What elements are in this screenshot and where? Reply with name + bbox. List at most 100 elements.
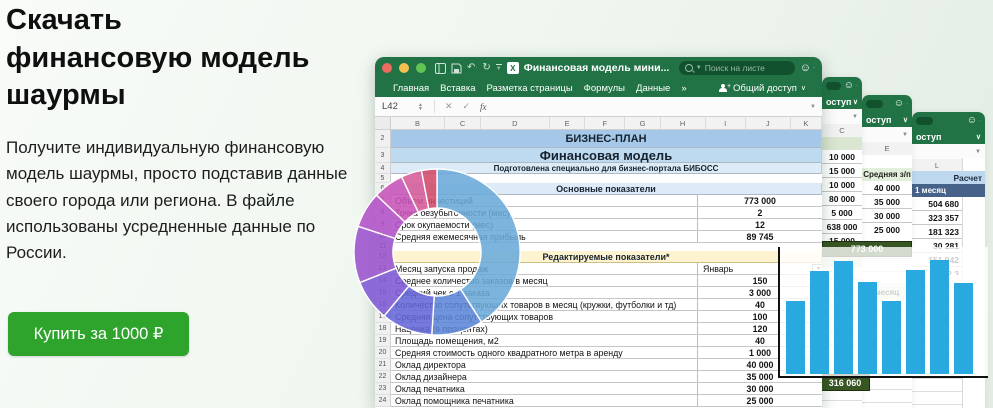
value-cell[interactable]: 181 323 (912, 225, 962, 239)
column-header[interactable]: J (746, 117, 791, 129)
value-cell[interactable]: 323 357 (912, 211, 962, 225)
ribbon-tab[interactable]: Вставка (440, 83, 475, 94)
feedback-smiley-icon[interactable]: ☺· (800, 62, 815, 74)
back1-menubar: оступ ∨ (822, 94, 862, 109)
share-button[interactable]: + Общий доступ ∨ (719, 83, 806, 94)
ribbon-collapse-icon[interactable]: ▼ (496, 64, 502, 72)
value-cell[interactable]: 12 (698, 219, 822, 231)
chevron-down-icon: ∨ (801, 84, 806, 92)
value-cell[interactable]: 25 000 (698, 395, 822, 407)
hero-section: Скачатьфинансовую модельшаурмы Получите … (6, 2, 358, 267)
value-cell[interactable]: 5 000 (822, 206, 862, 220)
dropdown-icon[interactable]: ▼ (852, 114, 858, 120)
sheet-row[interactable]: 20Средняя стоимость одного квадратного м… (375, 347, 822, 359)
name-box[interactable]: L42 (375, 101, 418, 112)
feedback-smiley-icon[interactable]: ☺· (844, 80, 858, 91)
view-switch-icon[interactable] (435, 63, 446, 74)
label-cell[interactable]: Оклад помощника печатника (391, 395, 698, 407)
label-cell[interactable]: Средняя стоимость одного квадратного мет… (391, 347, 698, 359)
row-header[interactable]: 23 (375, 383, 391, 395)
feedback-smiley-icon[interactable]: ☺· (967, 115, 981, 126)
column-header[interactable]: K (791, 117, 822, 129)
sheet-row[interactable]: 23Оклад печатника30 000 (375, 383, 822, 395)
insert-function-icon[interactable]: fx (480, 102, 487, 112)
back3-titlebar: ☺· (912, 112, 985, 129)
sheet-row[interactable]: 2БИЗНЕС-ПЛАН (375, 130, 822, 148)
sheet-row[interactable]: 3Финансовая модель (375, 148, 822, 163)
value-cell[interactable]: 15 000 (822, 164, 862, 178)
save-icon[interactable] (451, 63, 462, 74)
cancel-entry-icon[interactable]: ✕ (445, 101, 453, 112)
row-header[interactable]: 20 (375, 347, 391, 359)
donut-chart (351, 166, 523, 338)
column-header[interactable]: G (625, 117, 660, 129)
sheet-row[interactable]: 24Оклад помощника печатника25 000 (375, 395, 822, 407)
sheet-row[interactable]: 21Оклад директора40 000 (375, 359, 822, 371)
calc-header-cell[interactable]: Расчет (912, 171, 985, 184)
ribbon-tab[interactable]: » (681, 83, 686, 94)
column-header[interactable]: C (445, 117, 480, 129)
row-header[interactable]: 24 (375, 395, 391, 407)
buy-button[interactable]: Купить за 1000 ₽ (8, 312, 189, 356)
row-header[interactable]: 22 (375, 371, 391, 383)
value-cell[interactable]: 89 745 (698, 231, 822, 243)
dropdown-icon[interactable]: ▼ (902, 132, 908, 138)
feedback-smiley-icon[interactable]: ☺· (894, 98, 908, 109)
confirm-entry-icon[interactable]: ✓ (463, 101, 471, 112)
zoom-window-icon[interactable] (416, 63, 426, 73)
value-cell[interactable]: 30 000 (862, 209, 912, 223)
back2-values[interactable]: 40 00035 00030 00025 000 (862, 181, 912, 237)
search-pill-fragment (916, 117, 933, 125)
formula-bar: L42 ▲▼ ✕ ✓ fx ▼ (375, 97, 822, 117)
value-cell[interactable]: 30 000 (698, 383, 822, 395)
column-header[interactable]: B (391, 117, 446, 129)
undo-icon[interactable]: ↶· (467, 63, 477, 73)
select-all-corner[interactable] (375, 117, 391, 129)
redo-icon[interactable]: ↻ (482, 63, 490, 73)
column-header[interactable]: F (585, 117, 625, 129)
month-header-cell[interactable]: 1 месяц (912, 184, 985, 197)
back1-column-header[interactable]: C (822, 124, 862, 138)
close-window-icon[interactable] (382, 63, 392, 73)
merged-header-cell[interactable]: БИЗНЕС-ПЛАН (391, 130, 822, 148)
ribbon-tab[interactable]: Разметка страницы (486, 83, 572, 94)
row-header[interactable]: 3 (375, 148, 391, 163)
column-header[interactable]: E (550, 117, 585, 129)
landing-page: Скачатьфинансовую модельшаурмы Получите … (0, 0, 993, 408)
sheet-row[interactable]: 22Оклад дизайнера35 000 (375, 371, 822, 383)
value-cell[interactable]: 2 (698, 207, 822, 219)
merged-header-cell[interactable]: Финансовая модель (391, 148, 822, 163)
back1-values[interactable]: 10 00015 00010 00080 0005 000638 00015 0… (822, 150, 862, 248)
minimize-window-icon[interactable] (399, 63, 409, 73)
value-cell[interactable]: 35 000 (862, 195, 912, 209)
window-controls[interactable] (382, 63, 426, 73)
formula-dropdown-icon[interactable]: ▼ (810, 104, 816, 110)
value-cell[interactable]: 10 000 (822, 178, 862, 192)
sheet-search-input[interactable]: ▼ Поиск на листе (679, 61, 795, 75)
value-cell[interactable]: 10 000 (822, 150, 862, 164)
column-header[interactable]: I (706, 117, 746, 129)
back2-formula-bar: ▼ (862, 127, 912, 143)
label-cell[interactable]: Оклад директора (391, 359, 698, 371)
salary-header-cell[interactable]: Средняя з/п (862, 168, 912, 182)
ribbon-tab[interactable]: Формулы (584, 83, 625, 94)
value-cell[interactable]: 504 680 (912, 197, 962, 211)
ribbon-tab[interactable]: Данные (636, 83, 670, 94)
label-cell[interactable]: Оклад печатника (391, 383, 698, 395)
value-cell[interactable]: 80 000 (822, 192, 862, 206)
ribbon-tab[interactable]: Главная (393, 83, 429, 94)
value-cell[interactable]: 638 000 (822, 220, 862, 234)
value-cell[interactable]: 40 000 (862, 181, 912, 195)
dropdown-icon[interactable]: ▼ (975, 149, 981, 155)
value-cell[interactable]: 773 000 (698, 195, 822, 207)
back2-column-header[interactable]: E (862, 142, 912, 156)
column-headers[interactable]: BCDEFGHIJK (375, 117, 822, 130)
row-header[interactable]: 21 (375, 359, 391, 371)
row-header[interactable]: 2 (375, 130, 391, 148)
back3-menubar: оступ ∨ (912, 129, 985, 144)
name-box-spinner[interactable]: ▲▼ (418, 103, 423, 111)
share-label-fragment: оступ (866, 115, 891, 125)
column-header[interactable]: H (661, 117, 706, 129)
column-header[interactable]: D (481, 117, 550, 129)
label-cell[interactable]: Оклад дизайнера (391, 371, 698, 383)
